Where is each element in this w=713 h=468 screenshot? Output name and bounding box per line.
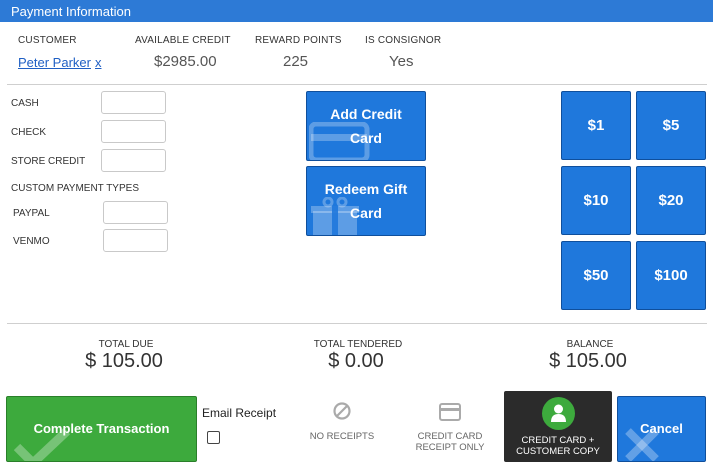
quick-cash-10-button[interactable]: $10 [561,166,631,235]
total-due-label: TOTAL DUE [98,339,154,350]
email-receipt-label: Email Receipt [202,406,277,420]
divider-bottom [7,323,707,324]
redeem-gift-card-label-1: Redeem Gift [324,181,408,197]
credit-card-copy-label-1: CREDIT CARD + [521,435,595,446]
cash-input[interactable] [101,91,166,114]
paypal-input[interactable] [103,201,168,224]
paypal-label: PAYPAL [13,208,50,219]
email-receipt-checkbox[interactable] [207,431,220,444]
user-icon [542,397,575,430]
consignor-value: Yes [389,53,414,70]
cancel-button[interactable]: Cancel [617,396,706,462]
complete-transaction-label: Complete Transaction [33,421,170,436]
add-credit-card-button[interactable]: Add Credit Card [306,91,426,161]
available-credit-label: AVAILABLE CREDIT [135,35,231,46]
credit-card-customer-copy-option[interactable]: CREDIT CARD + CUSTOMER COPY [504,391,612,462]
complete-transaction-button[interactable]: Complete Transaction [6,396,197,462]
title-bar: Payment Information [0,0,713,22]
balance-value: $ 105.00 [549,350,627,372]
customer-label: CUSTOMER [18,35,77,46]
quick-cash-20-button[interactable]: $20 [636,166,706,235]
remove-customer-link[interactable]: x [95,55,102,70]
venmo-input[interactable] [103,229,168,252]
add-credit-card-label-2: Card [350,130,382,146]
credit-card-copy-label-2: CUSTOMER COPY [516,446,600,457]
no-receipts-label: NO RECEIPTS [309,431,375,442]
quick-cash-50-button[interactable]: $50 [561,241,631,310]
prohibited-icon [333,402,351,420]
payment-dialog: Payment Information CUSTOMER Peter Parke… [0,0,713,468]
total-tendered-label: TOTAL TENDERED [313,339,403,350]
quick-cash-100-button[interactable]: $100 [636,241,706,310]
reward-points-value: 225 [283,53,309,70]
credit-card-receipt-label-2: RECEIPT ONLY [415,442,485,453]
check-input[interactable] [101,120,166,143]
reward-points-label: REWARD POINTS [255,35,342,46]
redeem-gift-card-button[interactable]: Redeem Gift Card [306,166,426,236]
check-label: CHECK [11,127,47,138]
balance-label: BALANCE [566,339,614,350]
divider-top [7,84,707,85]
total-tendered-value: $ 0.00 [328,350,384,372]
customer-name-link[interactable]: Peter Parker [18,55,91,70]
available-credit-value: $2985.00 [154,53,217,70]
no-receipts-option[interactable]: NO RECEIPTS [298,401,386,442]
store-credit-label: STORE CREDIT [11,156,86,167]
dialog-title: Payment Information [11,4,131,19]
redeem-gift-card-label-2: Card [350,205,382,221]
cash-label: CASH [11,98,39,109]
credit-card-receipt-label-1: CREDIT CARD [417,431,483,442]
credit-card-small-icon [439,403,461,421]
cancel-label: Cancel [640,421,683,436]
consignor-label: IS CONSIGNOR [365,35,442,46]
store-credit-input[interactable] [101,149,166,172]
custom-payment-types-label: CUSTOM PAYMENT TYPES [11,183,139,194]
quick-cash-1-button[interactable]: $1 [561,91,631,160]
add-credit-card-label-1: Add Credit [330,106,402,122]
quick-cash-5-button[interactable]: $5 [636,91,706,160]
total-due-value: $ 105.00 [85,350,163,372]
credit-card-receipt-only-option[interactable]: CREDIT CARD RECEIPT ONLY [405,403,495,453]
venmo-label: VENMO [13,236,50,247]
